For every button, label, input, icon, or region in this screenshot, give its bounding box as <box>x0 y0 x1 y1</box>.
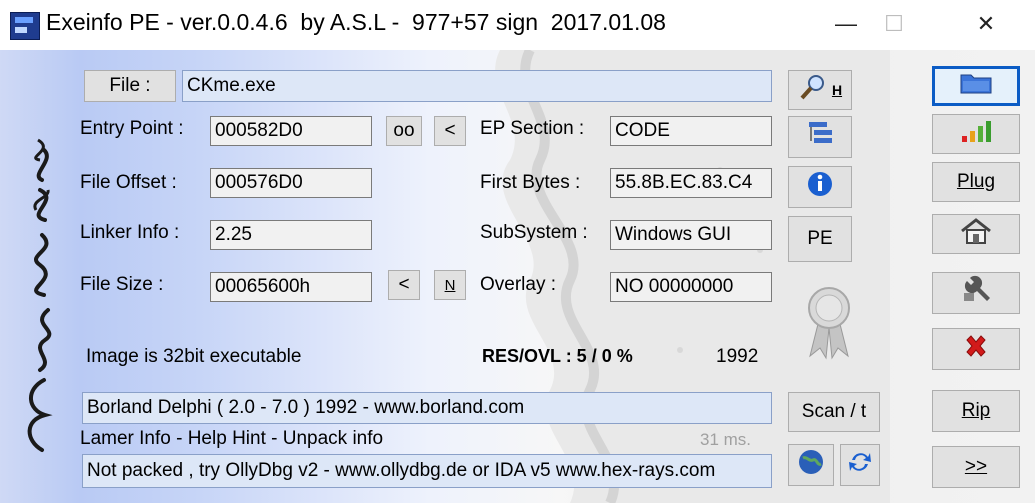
res-ovl-text: RES/OVL : 5 / 0 % <box>482 346 633 366</box>
ribbon-icon <box>804 284 854 365</box>
file-size-field[interactable]: 00065600h <box>210 272 372 302</box>
app-icon <box>10 12 40 40</box>
lamer-info-link[interactable]: Lamer Info - Help Hint - Unpack info <box>80 428 383 450</box>
search-h-button[interactable]: H <box>788 70 852 110</box>
tree-icon <box>805 119 835 155</box>
maximize-button[interactable]: ☐ <box>870 0 918 48</box>
window-title: Exeinfo PE - ver.0.0.4.6 by A.S.L - 977+… <box>46 9 666 35</box>
sections-button[interactable] <box>788 116 852 158</box>
folder-icon <box>959 71 993 101</box>
file-size-label: File Size : <box>80 274 164 295</box>
rip-button-label: Rip <box>961 400 991 421</box>
n-button-label: N <box>444 276 456 294</box>
home-icon <box>959 217 993 251</box>
first-bytes-field[interactable]: 55.8B.EC.83.C4 <box>610 168 772 198</box>
globe-icon <box>797 448 825 482</box>
oo-button[interactable]: oo <box>386 116 422 146</box>
exit-button[interactable] <box>932 328 1020 370</box>
hint-field[interactable]: Not packed , try OllyDbg v2 - www.ollydb… <box>82 454 772 488</box>
file-offset-label: File Offset : <box>80 172 177 193</box>
wrench-icon <box>959 275 993 311</box>
magnifier-icon <box>798 73 828 107</box>
ep-section-field[interactable]: CODE <box>610 116 772 146</box>
image-info-text: Image is 32bit executable <box>86 346 302 367</box>
red-x-icon <box>962 332 990 366</box>
pe-button[interactable]: PE <box>788 216 852 262</box>
refresh-icon <box>846 448 874 482</box>
logo-scribble-icon <box>27 138 53 452</box>
tools-button[interactable] <box>932 272 1020 314</box>
n-button[interactable]: N <box>434 270 466 300</box>
rip-button[interactable]: Rip <box>932 390 1020 432</box>
first-bytes-label: First Bytes : <box>480 172 581 193</box>
overlay-field[interactable]: NO 00000000 <box>610 272 772 302</box>
bars-chart-icon <box>959 118 993 150</box>
subsystem-field[interactable]: Windows GUI <box>610 220 772 250</box>
minimize-button[interactable]: — <box>822 0 870 48</box>
file-name-field[interactable]: CKme.exe <box>182 70 772 102</box>
detection-field[interactable]: Borland Delphi ( 2.0 - 7.0 ) 1992 - www.… <box>82 392 772 424</box>
main-panel: File : CKme.exe Entry Point : 000582D0 o… <box>0 50 1035 503</box>
home-button[interactable] <box>932 214 1020 254</box>
linker-info-label: Linker Info : <box>80 222 180 243</box>
scan-button[interactable]: Scan / t <box>788 392 880 432</box>
web-button[interactable] <box>788 444 834 486</box>
open-file-button[interactable] <box>932 66 1020 106</box>
plug-button-label: Plug <box>956 171 996 192</box>
info-button[interactable] <box>788 166 852 208</box>
info-icon <box>806 170 834 204</box>
more-button-label: >> <box>964 456 988 477</box>
overlay-label: Overlay : <box>480 274 557 295</box>
more-button[interactable]: >> <box>932 446 1020 488</box>
title-bar: Exeinfo PE - ver.0.0.4.6 by A.S.L - 977+… <box>0 0 1035 50</box>
year-text: 1992 <box>716 346 759 367</box>
refresh-button[interactable] <box>840 444 880 486</box>
timing-text: 31 ms. <box>700 430 752 449</box>
file-button-label: File : <box>109 75 151 96</box>
entry-point-label: Entry Point : <box>80 118 184 139</box>
search-h-label: H <box>831 82 843 98</box>
subsystem-label: SubSystem : <box>480 222 588 243</box>
ep-section-label: EP Section : <box>480 118 585 139</box>
close-button[interactable]: ✕ <box>962 0 1010 48</box>
linker-info-field[interactable]: 2.25 <box>210 220 372 250</box>
plug-button[interactable]: Plug <box>932 162 1020 202</box>
stats-button[interactable] <box>932 114 1020 154</box>
file-button[interactable]: File : <box>84 70 176 102</box>
file-size-prev-button[interactable]: < <box>388 270 420 300</box>
entry-point-prev-button[interactable]: < <box>434 116 466 146</box>
entry-point-field[interactable]: 000582D0 <box>210 116 372 146</box>
file-offset-field[interactable]: 000576D0 <box>210 168 372 198</box>
